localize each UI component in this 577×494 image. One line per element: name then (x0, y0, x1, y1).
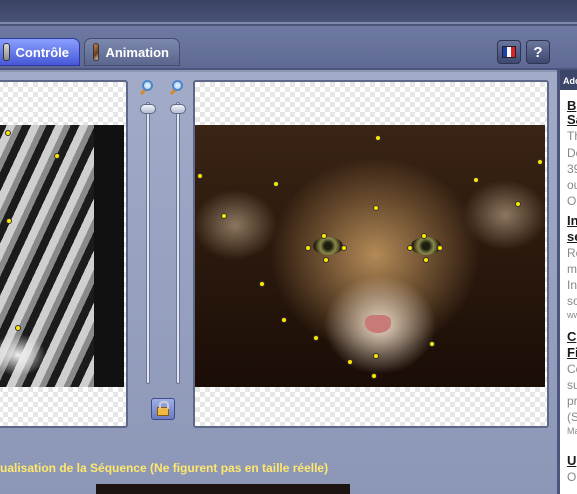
sidebar-link[interactable]: B (567, 98, 576, 113)
marker-point[interactable] (371, 373, 377, 379)
help-button[interactable]: ? (526, 40, 550, 64)
zoom-icon (139, 80, 156, 96)
tab-animation-label: Animation (105, 44, 169, 60)
marker-point[interactable] (537, 159, 543, 165)
source-image-panel[interactable] (0, 80, 128, 428)
language-button[interactable] (497, 40, 521, 64)
sidebar-header: Adc (560, 70, 577, 90)
sidebar-text: Re (567, 246, 577, 260)
left-eye (313, 237, 343, 255)
marker-point[interactable] (323, 257, 329, 263)
sidebar-text: O (567, 470, 577, 484)
marker-point[interactable] (6, 218, 12, 224)
sidebar-text: pr (567, 394, 577, 408)
sequence-preview-caption: ualisation de la Séquence (Ne figurent p… (0, 461, 329, 475)
marker-point[interactable] (429, 341, 435, 347)
tab-animation[interactable]: Animation (84, 38, 180, 66)
sidebar-text: Ma (567, 426, 577, 436)
sidebar-text: De (567, 146, 577, 160)
target-image-cougar (195, 125, 545, 387)
slider-track[interactable] (146, 102, 150, 384)
sidebar-text: In (567, 278, 577, 292)
lock-zoom-button[interactable] (151, 398, 175, 420)
marker-point[interactable] (341, 245, 347, 251)
marker-point[interactable] (437, 245, 443, 251)
marker-point[interactable] (54, 153, 60, 159)
marker-point[interactable] (197, 173, 203, 179)
sidebar-text: ou (567, 178, 577, 192)
tab-controle-label: Contrôle (15, 44, 69, 60)
marker-point[interactable] (373, 205, 379, 211)
flag-fr-icon (502, 46, 516, 58)
sidebar-link[interactable]: se (567, 229, 577, 244)
window-top-strip (0, 0, 577, 26)
sidebar-text: OL (567, 194, 577, 208)
marker-point[interactable] (373, 353, 379, 359)
target-image-panel[interactable] (193, 80, 549, 428)
sequence-preview-strip[interactable] (96, 484, 350, 494)
sidebar-link[interactable]: C (567, 329, 576, 344)
sidebar-text: ww (567, 310, 577, 320)
tab-controle[interactable]: Contrôle (0, 38, 80, 66)
slider-track[interactable] (176, 102, 180, 384)
sidebar-text: so (567, 294, 577, 308)
sidebar-text: su (567, 378, 577, 392)
slider-knob[interactable] (170, 104, 186, 114)
marker-point[interactable] (347, 359, 353, 365)
marker-point[interactable] (221, 213, 227, 219)
nose (365, 315, 391, 333)
sidebar-link[interactable]: Fi (567, 345, 577, 360)
marker-point[interactable] (313, 335, 319, 341)
marker-point[interactable] (281, 317, 287, 323)
animation-thumbnail-icon (93, 43, 100, 61)
help-icon: ? (533, 43, 543, 61)
source-image-tiger (0, 125, 124, 387)
sidebar-link[interactable]: Sa (567, 112, 577, 127)
marker-point[interactable] (473, 177, 479, 183)
slider-knob[interactable] (140, 104, 156, 114)
sidebar-text: Th (567, 129, 577, 143)
sidebar-text: 39 (567, 162, 577, 176)
control-icon (3, 43, 10, 61)
sidebar-link[interactable]: In (567, 213, 577, 228)
zoom-slider-left[interactable] (138, 80, 158, 390)
tab-bar: Contrôle Animation ? (0, 26, 577, 70)
marker-point[interactable] (515, 201, 521, 207)
marker-point[interactable] (259, 281, 265, 287)
sidebar-link[interactable]: U (567, 453, 576, 468)
marker-point[interactable] (321, 233, 327, 239)
sidebar-text: m (567, 262, 577, 276)
marker-point[interactable] (5, 130, 11, 136)
marker-point[interactable] (15, 325, 21, 331)
marker-point[interactable] (421, 233, 427, 239)
sidebar-text: (S (567, 410, 577, 424)
lock-icon (157, 401, 169, 416)
sidebar-text: Co (567, 362, 577, 376)
zoom-icon (169, 80, 186, 96)
help-sidebar: Adc B Sa Th De 39 ou OL In se Re m In so… (557, 70, 577, 494)
marker-point[interactable] (273, 181, 279, 187)
zoom-slider-right[interactable] (168, 80, 188, 390)
marker-point[interactable] (423, 257, 429, 263)
marker-point[interactable] (305, 245, 311, 251)
marker-point[interactable] (375, 135, 381, 141)
marker-point[interactable] (407, 245, 413, 251)
